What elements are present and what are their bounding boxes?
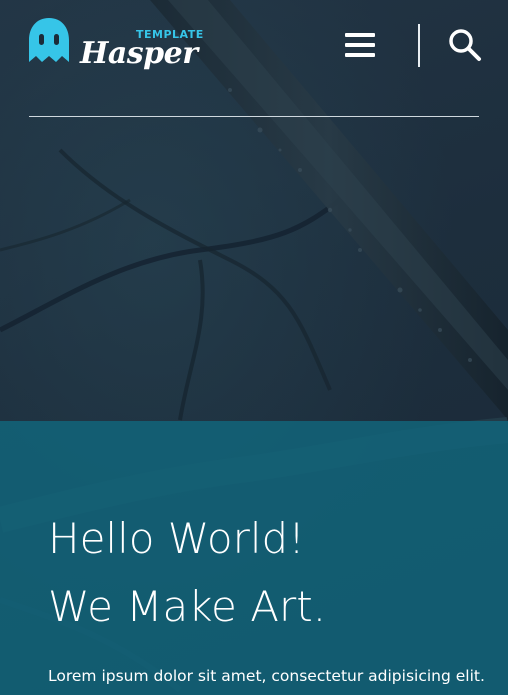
hero-headline-line-1: Hello World! xyxy=(48,514,306,563)
hero-headline-line-2: We Make Art. xyxy=(48,582,327,631)
ghost-logo-icon xyxy=(29,18,69,62)
site-header: TEMPLATE Hasper xyxy=(0,0,508,117)
search-icon[interactable] xyxy=(448,28,482,62)
site-logo[interactable]: TEMPLATE Hasper xyxy=(28,14,208,71)
header-divider xyxy=(418,24,420,67)
hero-headline: Hello World! We Make Art. xyxy=(48,505,326,641)
header-underline xyxy=(29,116,479,117)
logo-name: Hasper xyxy=(80,36,198,71)
hero-paragraph: Lorem ipsum dolor sit amet, consectetur … xyxy=(48,667,485,685)
hamburger-menu-icon[interactable] xyxy=(345,32,375,58)
